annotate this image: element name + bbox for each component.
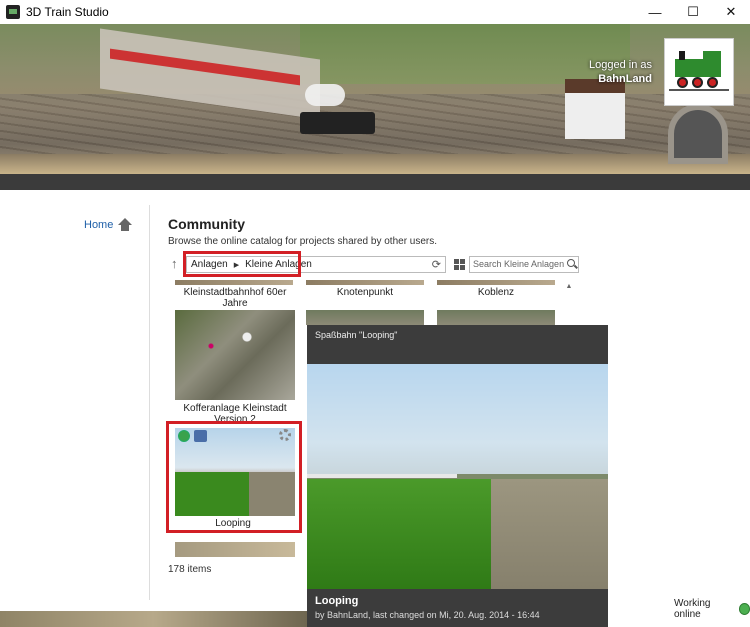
preview-popup: Spaßbahn "Looping" Looping by BahnLand, … — [307, 325, 608, 627]
gear-icon[interactable] — [279, 429, 291, 441]
page-title: Community — [168, 216, 245, 232]
users-icon — [194, 430, 207, 442]
scroll-up-icon[interactable]: ▲ — [563, 283, 575, 290]
preview-image — [307, 364, 608, 589]
window-controls: — ☐ ✕ — [636, 0, 750, 24]
header-divider-bar — [0, 174, 750, 190]
tile-label[interactable]: Koblenz — [431, 287, 561, 298]
window-title: 3D Train Studio — [26, 5, 109, 19]
login-label: Logged in as — [589, 59, 652, 71]
tile-label-looping[interactable]: Looping — [168, 518, 298, 529]
page-description: Browse the online catalog for projects s… — [168, 236, 438, 247]
banner-tracks — [0, 94, 750, 154]
search-placeholder: Search Kleine Anlagen — [473, 259, 565, 269]
tile-label[interactable]: Kleinstadtbahnhof 60er Jahre — [170, 287, 300, 309]
minimize-button[interactable]: — — [636, 0, 674, 24]
footer-scenery — [0, 611, 307, 627]
login-status: Logged in as BahnLand — [560, 58, 652, 86]
app-icon — [6, 5, 20, 19]
tile-thumbnail[interactable] — [306, 310, 424, 325]
grid-view-icon[interactable] — [454, 259, 465, 270]
preview-title: Spaßbahn "Looping" — [315, 330, 398, 340]
sidebar-divider — [149, 205, 150, 600]
title-bar: 3D Train Studio — ☐ ✕ — [0, 0, 750, 24]
home-label: Home — [84, 219, 114, 231]
search-input[interactable]: Search Kleine Anlagen — [469, 256, 579, 273]
tile-label[interactable]: Knotenpunkt — [300, 287, 430, 298]
maximize-button[interactable]: ☐ — [674, 0, 712, 24]
home-link[interactable]: Home — [84, 218, 133, 232]
connection-status: Working online — [674, 598, 750, 620]
up-arrow-icon[interactable]: ↑ — [171, 256, 178, 271]
tile-thumbnail[interactable] — [175, 542, 295, 557]
avatar[interactable] — [664, 38, 734, 106]
tile-thumbnail[interactable] — [175, 310, 295, 400]
banner-tunnel — [668, 104, 728, 164]
header-banner — [0, 24, 750, 174]
online-status-icon — [738, 603, 750, 615]
tile-thumbnail[interactable] — [437, 310, 555, 325]
search-icon[interactable] — [567, 259, 575, 267]
status-text: Working online — [674, 598, 711, 620]
preview-name: Looping — [315, 595, 359, 607]
home-icon — [118, 218, 133, 232]
close-button[interactable]: ✕ — [712, 0, 750, 24]
globe-icon — [178, 430, 190, 442]
breadcrumb-highlight — [183, 251, 301, 277]
tile-thumbnail-looping[interactable] — [175, 428, 295, 516]
username: BahnLand — [598, 73, 652, 85]
refresh-icon[interactable]: ⟳ — [432, 258, 441, 271]
banner-steam — [305, 84, 345, 106]
items-count: 178 items — [168, 564, 212, 575]
banner-locomotive — [300, 112, 375, 134]
banner-house — [565, 79, 625, 139]
preview-meta: by BahnLand, last changed on Mi, 20. Aug… — [315, 610, 540, 620]
